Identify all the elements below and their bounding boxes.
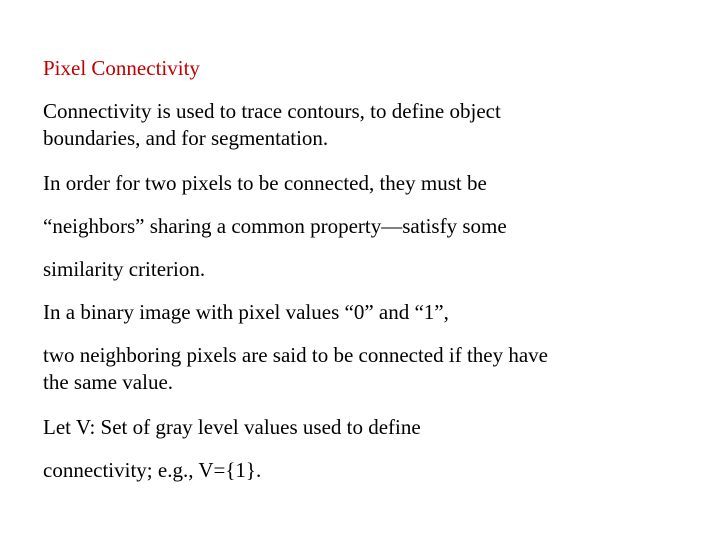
paragraph-1-line-1: Connectivity is used to trace contours, … bbox=[43, 99, 501, 123]
paragraph-6-line-1: two neighboring pixels are said to be co… bbox=[43, 343, 549, 367]
paragraph-2: In order for two pixels to be connected,… bbox=[43, 171, 487, 195]
paragraph-7: Let V: Set of gray level values used to … bbox=[43, 415, 421, 439]
paragraph-6-line-2: the same value. bbox=[43, 370, 174, 394]
paragraph-4: similarity criterion. bbox=[43, 257, 206, 281]
slide-title: Pixel Connectivity bbox=[43, 56, 200, 80]
paragraph-3: “neighbors” sharing a common property—sa… bbox=[43, 214, 507, 238]
paragraph-8: connectivity; e.g., V={1}. bbox=[43, 458, 262, 482]
paragraph-5: In a binary image with pixel values “0” … bbox=[43, 300, 449, 324]
paragraph-1-line-2: boundaries, and for segmentation. bbox=[43, 126, 329, 150]
